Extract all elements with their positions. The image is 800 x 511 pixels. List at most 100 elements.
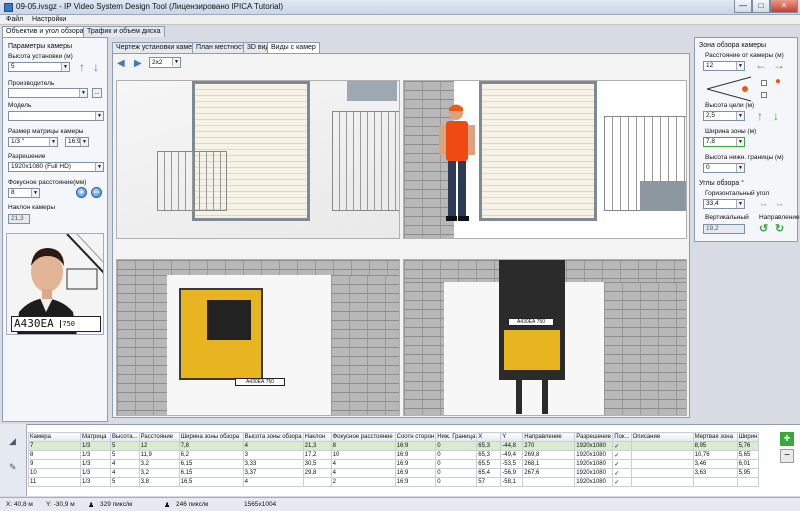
table-cell[interactable]: 16:9 — [394, 459, 437, 469]
table-cell[interactable]: 1920x1080 — [574, 459, 614, 469]
col-zone-height[interactable]: Высота зоны обзора — [242, 432, 304, 442]
table-cell[interactable]: 65,3 — [476, 450, 502, 460]
table-cell[interactable] — [630, 477, 694, 487]
table-cell[interactable]: 6,15 — [178, 459, 244, 469]
table-cell[interactable]: 16:9 — [394, 477, 437, 487]
table-cell[interactable]: -56,9 — [500, 468, 524, 478]
table-cell[interactable]: 30,5 — [302, 459, 332, 469]
maximize-button[interactable]: □ — [752, 0, 770, 13]
table-cell[interactable]: -53,5 — [500, 459, 524, 469]
table-cell[interactable]: 1920x1080 — [574, 441, 614, 451]
shrink-angle-icon[interactable]: ⇔ — [775, 198, 784, 210]
table-cell[interactable]: 268,1 — [522, 459, 576, 469]
arrow-right-icon[interactable]: → — [773, 59, 785, 71]
table-cell[interactable]: 0 — [435, 450, 478, 460]
table-cell[interactable]: 5 — [110, 477, 140, 487]
horizontal-angle-select[interactable]: 33,4 ▼ — [703, 199, 745, 209]
table-cell[interactable]: 269,8 — [522, 450, 576, 460]
table-cell[interactable]: 8 — [330, 441, 396, 451]
table-cell[interactable] — [630, 450, 694, 460]
col-tilt[interactable]: Наклон — [302, 432, 332, 442]
table-cell[interactable]: 3,37 — [242, 468, 304, 478]
table-cell[interactable]: 3,63 — [692, 468, 738, 478]
col-x[interactable]: X — [476, 432, 502, 442]
table-cell[interactable]: 3 — [242, 450, 304, 460]
table-cell[interactable]: 1/3 — [80, 468, 111, 478]
focal-select[interactable]: 8 ▼ — [8, 188, 40, 198]
camera-view-4[interactable]: А430ЕА 750 — [403, 259, 687, 416]
col-camera[interactable]: Камера — [28, 432, 81, 442]
rotate-right-icon[interactable]: ↻ — [775, 223, 784, 235]
model-select[interactable]: ▼ — [8, 111, 104, 121]
table-cell[interactable]: 10 — [330, 450, 396, 460]
table-cell[interactable]: 1920x1080 — [574, 477, 614, 487]
table-cell[interactable]: 3,46 — [692, 459, 738, 469]
table-cell[interactable]: 5,95 — [736, 468, 760, 478]
table-row[interactable]: 7 1/3 5 12 7,8 4 21,3 8 16:9 0 65,3 -44,8 270 1920x10… — [28, 441, 760, 451]
zoom-in-icon[interactable]: + — [76, 187, 87, 198]
matrix-select[interactable]: 1/3 " ▼ — [8, 137, 58, 147]
table-cell[interactable]: 1/3 — [80, 477, 111, 487]
rotate-left-icon[interactable]: ↺ — [759, 223, 768, 235]
table-cell[interactable]: 4 — [110, 468, 140, 478]
table-cell[interactable]: 1/3 — [80, 450, 111, 460]
table-cell[interactable]: 8,95 — [692, 441, 738, 451]
col-lower-bound[interactable]: Ниж. Граница — [435, 432, 478, 442]
table-cell[interactable]: 1/3 — [80, 459, 111, 469]
table-cell[interactable]: 5,76 — [736, 441, 760, 451]
col-focal[interactable]: Фокусное расстояние — [330, 432, 396, 442]
table-cell[interactable]: 6,01 — [736, 459, 760, 469]
resolution-select[interactable]: 1920x1080 (Full HD) ▼ — [8, 162, 104, 172]
arrow-left-icon[interactable]: ← — [755, 59, 767, 71]
table-cell[interactable]: 11,9 — [138, 450, 180, 460]
expand-angle-icon[interactable]: ⇔ — [759, 198, 768, 210]
table-cell[interactable]: 5,65 — [736, 450, 760, 460]
remove-row-icon[interactable]: − — [780, 449, 794, 463]
tab-traffic-disk[interactable]: Трафик и объем диска — [83, 26, 165, 37]
table-cell[interactable]: -44,8 — [500, 441, 524, 451]
camera-tool-icon[interactable]: ◢ — [9, 436, 16, 447]
table-cell[interactable]: 17,2 — [302, 450, 332, 460]
table-cell[interactable]: 4 — [110, 459, 140, 469]
distance-select[interactable]: 12 ▼ — [703, 61, 745, 71]
table-cell[interactable]: ✓ — [612, 477, 632, 487]
target-height-select[interactable]: 2,5 ▼ — [703, 111, 745, 121]
tilt-field[interactable]: 21,3 — [8, 214, 30, 224]
table-row[interactable]: 10 1/3 4 3,2 6,15 3,37 29,8 4 16:9 0 65,4 -56,9 267,… — [28, 468, 760, 478]
table-cell[interactable]: 4 — [330, 468, 396, 478]
col-description[interactable]: Описание — [630, 432, 694, 442]
table-cell[interactable]: 5 — [110, 450, 140, 460]
table-cell[interactable]: 0 — [435, 468, 478, 478]
table-cell[interactable]: 2 — [330, 477, 396, 487]
arrow-up-icon[interactable]: ↑ — [757, 110, 763, 122]
tab-install-drawing[interactable]: Чертеж установки камеры — [112, 42, 205, 53]
table-cell[interactable]: 4 — [242, 441, 304, 451]
table-cell[interactable]: 3,33 — [242, 459, 304, 469]
table-cell[interactable]: 29,8 — [302, 468, 332, 478]
table-cell[interactable]: 8 — [28, 450, 81, 460]
table-row[interactable]: 9 1/3 4 3,2 6,15 3,33 30,5 4 16:9 0 65,5 -53,5 268,1… — [28, 459, 760, 469]
col-show[interactable]: Пок... — [612, 432, 632, 442]
table-cell[interactable]: 1/3 — [80, 441, 111, 451]
camera-view-3[interactable]: А430ЕА 750 — [116, 259, 400, 416]
table-cell[interactable]: 6,15 — [178, 468, 244, 478]
col-resolution[interactable]: Разрешение — [574, 432, 614, 442]
table-cell[interactable]: 0 — [435, 477, 478, 487]
col-height[interactable]: Высота... — [110, 432, 140, 442]
table-cell[interactable]: 3,2 — [138, 459, 180, 469]
table-cell[interactable]: 10 — [28, 468, 81, 478]
table-cell[interactable] — [522, 477, 576, 487]
table-cell[interactable]: 65,4 — [476, 468, 502, 478]
table-cell[interactable]: 267,6 — [522, 468, 576, 478]
table-cell[interactable]: 11 — [28, 477, 81, 487]
close-button[interactable]: ✕ — [770, 0, 798, 13]
arrow-up-icon[interactable]: ↑ — [79, 61, 85, 73]
option-checkbox[interactable] — [761, 80, 767, 88]
table-cell[interactable]: 65,5 — [476, 459, 502, 469]
table-cell[interactable]: ✓ — [612, 450, 632, 460]
manufacturer-more-button[interactable]: ... — [92, 88, 102, 98]
table-cell[interactable]: 4 — [242, 477, 304, 487]
col-aspect[interactable]: Соотн сторон — [394, 432, 437, 442]
table-cell[interactable]: 3,8 — [138, 477, 180, 487]
table-cell[interactable]: 16:9 — [394, 450, 437, 460]
